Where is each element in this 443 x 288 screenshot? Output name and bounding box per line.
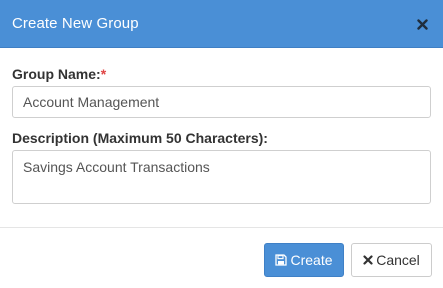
close-button[interactable] (413, 16, 431, 34)
description-label: Description (Maximum 50 Characters): (12, 130, 268, 146)
required-marker: * (100, 66, 107, 82)
group-name-label: Group Name:* (12, 66, 431, 82)
cancel-button-label: Cancel (376, 252, 420, 268)
save-icon (275, 254, 288, 266)
group-name-input[interactable] (12, 86, 431, 118)
group-name-group: Group Name:* (12, 66, 431, 118)
create-button[interactable]: Create (264, 243, 344, 277)
dialog-header: Create New Group (0, 0, 443, 48)
dialog-footer: Create Cancel (0, 227, 443, 288)
close-icon (363, 255, 373, 265)
create-group-dialog: Create New Group Group Name:* Descriptio… (0, 0, 443, 288)
dialog-body: Group Name:* Description (Maximum 50 Cha… (0, 48, 443, 204)
group-name-label-text: Group Name: (12, 66, 101, 82)
cancel-button[interactable]: Cancel (351, 243, 432, 277)
description-textarea[interactable]: Savings Account Transactions (12, 150, 431, 204)
dialog-title: Create New Group (12, 15, 139, 32)
close-icon (416, 19, 428, 30)
description-group: Description (Maximum 50 Characters): Sav… (12, 130, 431, 204)
create-button-label: Create (290, 252, 333, 268)
